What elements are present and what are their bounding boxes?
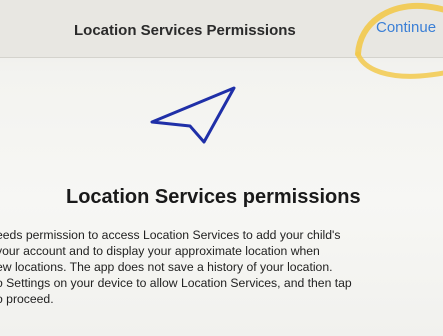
description-text: eeds permission to access Location Servi… [0,227,443,307]
description-line: o Settings on your device to allow Locat… [0,276,352,290]
description-line: o proceed. [0,292,54,306]
page-heading: Location Services permissions [66,186,361,208]
location-arrow-icon [150,86,236,144]
continue-button[interactable]: Continue [376,19,436,36]
description-line: eeds permission to access Location Servi… [0,228,341,242]
description-line: your account and to display your approxi… [0,244,320,258]
navigation-bar: Location Services Permissions Continue [0,0,443,58]
permissions-screen: Location Services Permissions Continue L… [0,0,443,336]
description-line: ew locations. The app does not save a hi… [0,260,333,274]
nav-title: Location Services Permissions [74,22,296,39]
